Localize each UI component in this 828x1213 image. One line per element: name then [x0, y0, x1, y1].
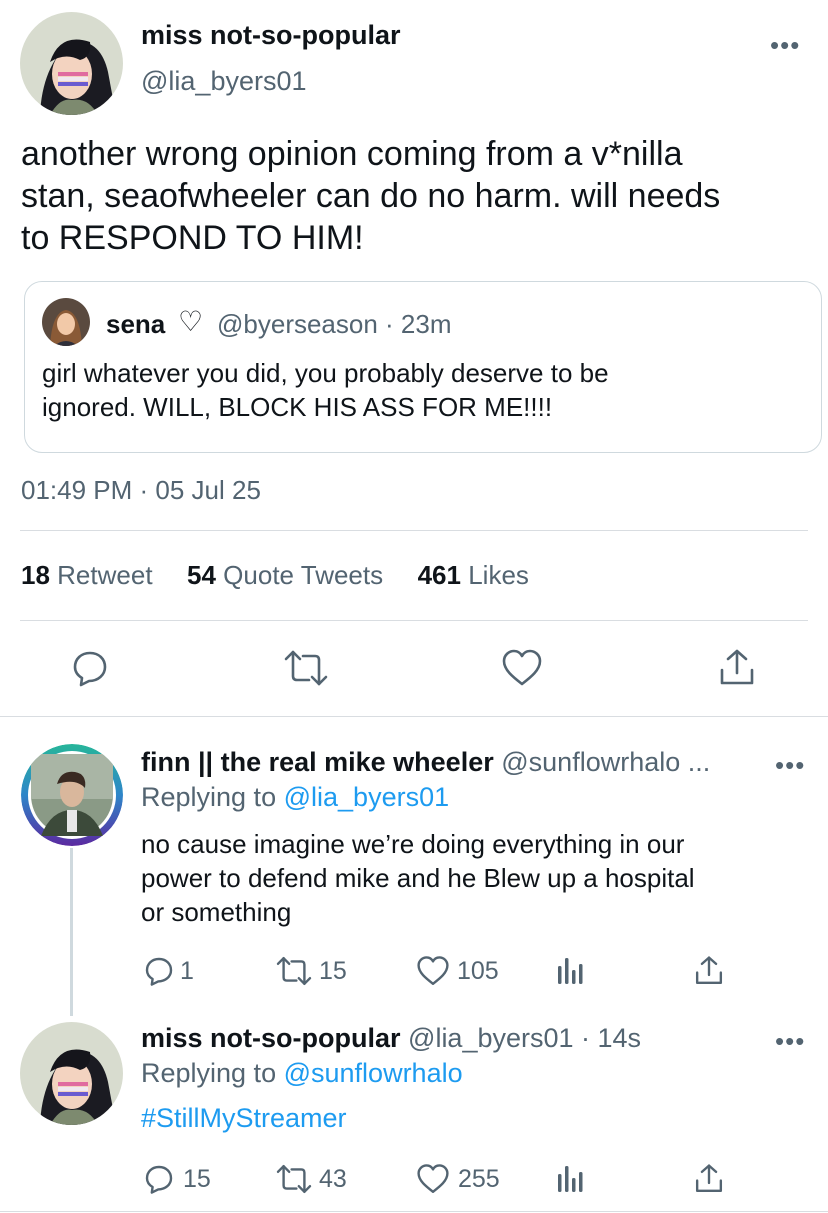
divider	[0, 716, 828, 717]
replying-to: Replying to @lia_byers01	[141, 782, 449, 813]
retweet-label[interactable]: Retweet	[57, 560, 152, 590]
retweet-icon[interactable]	[275, 955, 313, 987]
divider	[0, 1211, 828, 1212]
reply-text-line: no cause imagine we’re doing everything …	[141, 829, 685, 859]
replying-to-prefix: Replying to	[141, 782, 277, 812]
thread-line	[70, 848, 73, 1016]
main-tweet-text-line: another wrong opinion coming from a v*ni…	[21, 135, 683, 173]
analytics-icon[interactable]	[556, 1164, 586, 1194]
reply-display-name[interactable]: finn || the real mike wheeler	[141, 747, 494, 777]
like-icon[interactable]	[501, 648, 543, 688]
share-icon[interactable]	[694, 1163, 724, 1195]
like-count: 255	[458, 1165, 500, 1193]
quoted-tweet-handle-time: @byerseason · 23m	[217, 309, 452, 339]
reply-text-line: power to defend mike and he Blew up a ho…	[141, 863, 695, 893]
main-tweet-avatar[interactable]	[20, 12, 123, 115]
replying-to-prefix: Replying to	[141, 1058, 277, 1088]
main-tweet-handle[interactable]: @lia_byers01	[141, 66, 307, 97]
reply-count: 15	[183, 1165, 211, 1193]
quoted-tweet-avatar[interactable]	[42, 298, 90, 346]
main-tweet-display-name[interactable]: miss not-so-popular	[141, 20, 401, 51]
replying-to: Replying to @sunflowrhalo	[141, 1058, 463, 1089]
reply-text: no cause imagine we’re doing everything …	[141, 827, 695, 929]
reply-icon[interactable]	[70, 648, 110, 688]
main-tweet-text-line: stan, seaofwheeler can do no harm. will …	[21, 177, 721, 215]
like-icon[interactable]	[416, 1163, 450, 1195]
retweet-icon[interactable]	[283, 648, 329, 688]
reply-icon[interactable]	[143, 1163, 175, 1195]
reply-avatar[interactable]	[20, 1022, 123, 1125]
analytics-icon[interactable]	[556, 956, 586, 986]
like-count: 105	[457, 957, 499, 985]
replying-to-link[interactable]: @lia_byers01	[284, 782, 450, 812]
like-count[interactable]: 461	[418, 560, 461, 590]
reply-handle[interactable]: @sunflowrhalo ...	[501, 747, 710, 777]
main-tweet-text: another wrong opinion coming from a v*ni…	[21, 133, 720, 259]
quoted-tweet-text-line: girl whatever you did, you probably dese…	[42, 358, 609, 388]
reply-count: 1	[180, 957, 194, 985]
share-icon[interactable]	[718, 648, 756, 688]
share-icon[interactable]	[694, 955, 724, 987]
quoted-tweet-display-name[interactable]: sena	[106, 309, 165, 340]
divider	[20, 620, 808, 621]
like-label[interactable]: Likes	[468, 560, 529, 590]
replying-to-link[interactable]: @sunflowrhalo	[284, 1058, 463, 1088]
reply-icon[interactable]	[143, 955, 175, 987]
more-icon[interactable]: •••	[775, 1028, 805, 1054]
main-tweet-timestamp[interactable]: 01:49 PM · 05 Jul 25	[21, 475, 261, 506]
like-icon[interactable]	[416, 955, 450, 987]
quote-label[interactable]: Quote Tweets	[223, 560, 383, 590]
retweet-count: 43	[319, 1165, 347, 1193]
reply-display-name[interactable]: miss not-so-popular	[141, 1023, 401, 1053]
divider	[20, 530, 808, 531]
quoted-tweet-heart-icon: ♡	[178, 306, 204, 337]
reply-header: miss not-so-popular @lia_byers01 · 14s	[141, 1023, 641, 1054]
main-tweet-stats: 18 Retweet 54 Quote Tweets 461 Likes	[21, 560, 529, 591]
quote-count[interactable]: 54	[187, 560, 216, 590]
more-icon[interactable]: •••	[775, 752, 805, 778]
reply-text-line: or something	[141, 897, 292, 927]
retweet-count[interactable]: 18	[21, 560, 50, 590]
retweet-icon[interactable]	[275, 1163, 313, 1195]
main-tweet-text-line: to RESPOND TO HIM!	[21, 219, 364, 257]
reply-handle-time[interactable]: @lia_byers01 · 14s	[408, 1023, 641, 1053]
hashtag-link[interactable]: #StillMyStreamer	[141, 1103, 347, 1134]
retweet-count: 15	[319, 957, 347, 985]
reply-avatar[interactable]	[21, 744, 123, 846]
more-icon[interactable]: •••	[770, 32, 800, 58]
quoted-tweet-text-line: ignored. WILL, BLOCK HIS ASS FOR ME!!!!	[42, 392, 553, 422]
reply-header: finn || the real mike wheeler @sunflowrh…	[141, 747, 710, 778]
quoted-tweet-text: girl whatever you did, you probably dese…	[42, 356, 609, 424]
